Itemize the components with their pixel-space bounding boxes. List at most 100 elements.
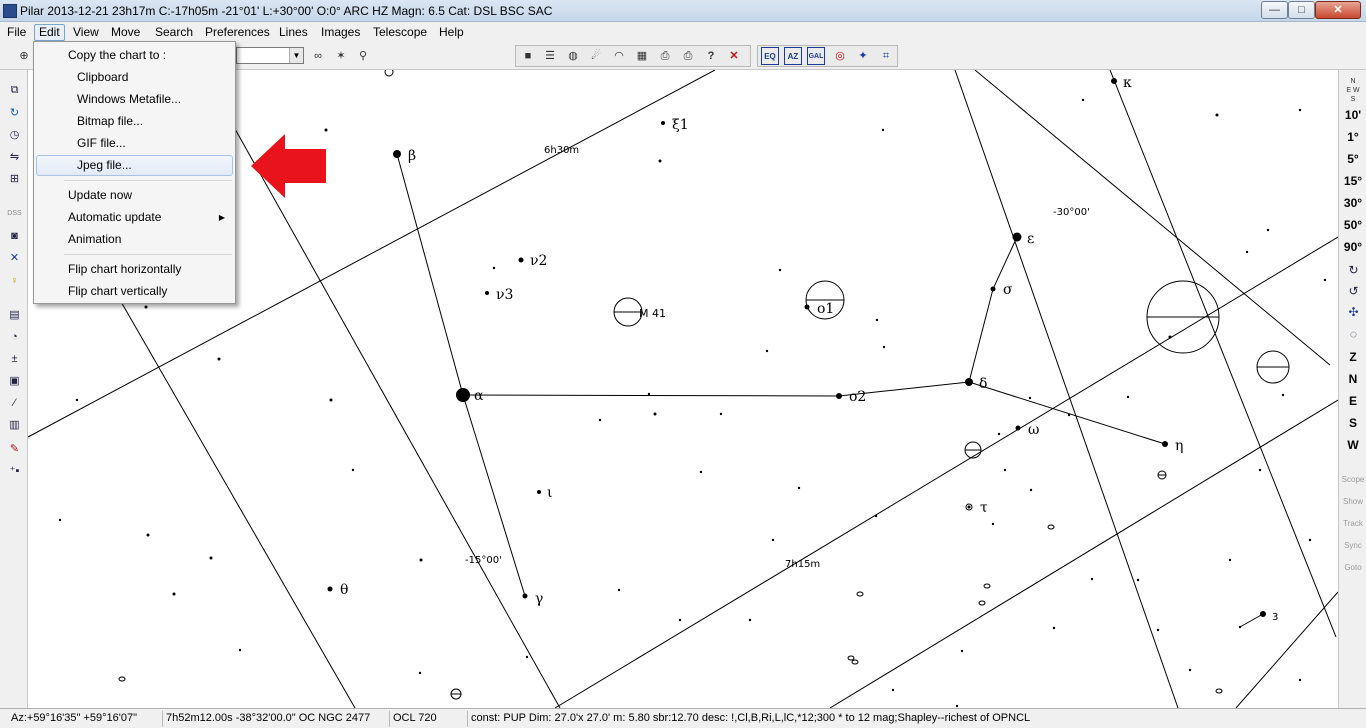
refresh-icon[interactable]: ↻ xyxy=(6,105,23,122)
dss-icon[interactable]: DSS xyxy=(6,205,23,222)
direction-west-button[interactable]: W xyxy=(1339,438,1366,452)
bulb-icon[interactable]: ♀ xyxy=(6,273,23,290)
frame-icon[interactable]: ⌗ xyxy=(877,47,895,65)
maximize-button[interactable]: □ xyxy=(1288,1,1315,19)
star-omicron1[interactable] xyxy=(804,304,810,310)
copy-to-jpeg[interactable]: Jpeg file... xyxy=(36,155,233,176)
constellation-icon[interactable]: ✣ xyxy=(1345,304,1362,320)
menu-help[interactable]: Help xyxy=(434,24,469,41)
star-beta[interactable] xyxy=(393,150,401,158)
automatic-update[interactable]: Automatic update ▶ xyxy=(36,207,233,228)
binoculars-icon[interactable]: ∞ xyxy=(309,47,327,65)
star-alpha[interactable] xyxy=(456,388,470,402)
observatory-icon[interactable]: ◠ xyxy=(610,47,628,65)
menu-telescope[interactable]: Telescope xyxy=(368,24,432,41)
field-1deg-button[interactable]: 1° xyxy=(1339,130,1366,144)
print-icon[interactable]: ⎙ xyxy=(656,47,674,65)
notes-icon[interactable]: ▥ xyxy=(6,417,23,434)
copy-to-clipboard[interactable]: Clipboard xyxy=(36,67,233,88)
chevron-down-icon[interactable]: ▼ xyxy=(289,48,303,63)
chart-icon[interactable]: ▣ xyxy=(6,373,23,390)
grid-icon[interactable]: ⊞ xyxy=(6,171,23,188)
flip-vertical[interactable]: Flip chart vertically xyxy=(36,281,233,302)
zoom-icon[interactable]: ⊕ xyxy=(15,47,33,65)
mirror-icon[interactable]: ⇋ xyxy=(6,149,23,166)
field-5deg-button[interactable]: 5° xyxy=(1339,152,1366,166)
circle-icon[interactable]: ◌ xyxy=(1345,326,1362,342)
field-15deg-button[interactable]: 15° xyxy=(1339,174,1366,188)
plus-minus-icon[interactable]: ± xyxy=(6,351,23,368)
menu-edit[interactable]: Edit xyxy=(34,24,65,41)
add-icon[interactable]: ⁺▪ xyxy=(6,463,23,480)
menu-file[interactable]: File xyxy=(2,24,31,41)
menu-images[interactable]: Images xyxy=(316,24,365,41)
field-combo[interactable]: ▼ xyxy=(236,47,304,64)
star-omega[interactable] xyxy=(1015,425,1021,431)
eq-icon[interactable]: EQ xyxy=(761,47,779,65)
copy-icon[interactable]: ⧉ xyxy=(6,82,23,99)
close-window-button[interactable]: ✕ xyxy=(1315,1,1361,19)
goto-button[interactable]: Goto xyxy=(1339,563,1366,572)
az-icon[interactable]: AZ xyxy=(784,47,802,65)
star-delta[interactable] xyxy=(965,378,973,386)
star-omicron2[interactable] xyxy=(836,393,842,399)
star-shape-icon[interactable]: ✦ xyxy=(854,47,872,65)
star-xi1[interactable] xyxy=(661,121,665,125)
star-kappa[interactable] xyxy=(1111,78,1117,84)
star-gamma[interactable] xyxy=(522,593,528,599)
field-50deg-button[interactable]: 50° xyxy=(1339,218,1366,232)
rotate-ccw-icon[interactable]: ↺ xyxy=(1345,283,1362,299)
sync-button[interactable]: Sync xyxy=(1339,541,1366,550)
copy-to-wmf[interactable]: Windows Metafile... xyxy=(36,89,233,110)
update-now[interactable]: Update now xyxy=(36,185,233,206)
help-icon[interactable]: ? xyxy=(702,47,720,65)
close-icon[interactable]: ✕ xyxy=(725,47,743,65)
direction-north-button[interactable]: N xyxy=(1339,372,1366,386)
star-nu3[interactable] xyxy=(485,291,489,295)
target-icon[interactable]: ◎ xyxy=(831,47,849,65)
copy-to-gif[interactable]: GIF file... xyxy=(36,133,233,154)
direction-zenith-button[interactable]: Z xyxy=(1339,350,1366,364)
gauge-icon[interactable]: ◔ xyxy=(6,329,23,346)
star-theta[interactable] xyxy=(327,586,333,592)
comet-icon[interactable]: ☄ xyxy=(587,47,605,65)
field-30deg-button[interactable]: 30° xyxy=(1339,196,1366,210)
menu-search[interactable]: Search xyxy=(150,24,198,41)
print-setup-icon[interactable]: ⎙ xyxy=(679,47,697,65)
star-3[interactable] xyxy=(1260,611,1266,617)
star-sigma[interactable] xyxy=(990,286,996,292)
track-button[interactable]: Track xyxy=(1339,519,1366,528)
flip-horizontal[interactable]: Flip chart horizontally xyxy=(36,259,233,280)
animation[interactable]: Animation xyxy=(36,229,233,250)
menu-lines[interactable]: Lines xyxy=(274,24,313,41)
search-star-icon[interactable]: ✶ xyxy=(332,47,350,65)
menu-view[interactable]: View xyxy=(68,24,104,41)
star-nu2[interactable] xyxy=(518,257,524,263)
globe-icon[interactable]: ◍ xyxy=(564,47,582,65)
camera-icon[interactable]: ◙ xyxy=(6,228,23,245)
gal-icon[interactable]: GAL xyxy=(807,47,825,65)
menu-move[interactable]: Move xyxy=(106,24,145,41)
menu-preferences[interactable]: Preferences xyxy=(200,24,275,41)
field-90deg-button[interactable]: 90° xyxy=(1339,240,1366,254)
catalog-icon[interactable]: ▤ xyxy=(6,307,23,324)
star-eta[interactable] xyxy=(1162,441,1168,447)
calendar-icon[interactable]: ▦ xyxy=(633,47,651,65)
field-10min-button[interactable]: 10' xyxy=(1339,108,1366,122)
star-epsilon[interactable] xyxy=(1012,232,1022,242)
save-icon[interactable]: ■ xyxy=(519,47,537,65)
show-button[interactable]: Show xyxy=(1339,497,1366,506)
direction-south-button[interactable]: S xyxy=(1339,416,1366,430)
search-person-icon[interactable]: ⚲ xyxy=(354,47,372,65)
rotate-cw-icon[interactable]: ↻ xyxy=(1345,262,1362,278)
person-icon[interactable]: ✕ xyxy=(6,250,23,267)
direction-east-button[interactable]: E xyxy=(1339,394,1366,408)
tools-icon[interactable]: ⁄ xyxy=(6,395,23,412)
scope-button[interactable]: Scope xyxy=(1339,475,1366,484)
wrench-icon[interactable]: ✎ xyxy=(6,441,23,458)
star-iota[interactable] xyxy=(537,490,541,494)
copy-to-bitmap[interactable]: Bitmap file... xyxy=(36,111,233,132)
clock-icon[interactable]: ◷ xyxy=(6,127,23,144)
notes-icon[interactable]: ☰ xyxy=(541,47,559,65)
minimize-button[interactable]: — xyxy=(1261,1,1288,19)
